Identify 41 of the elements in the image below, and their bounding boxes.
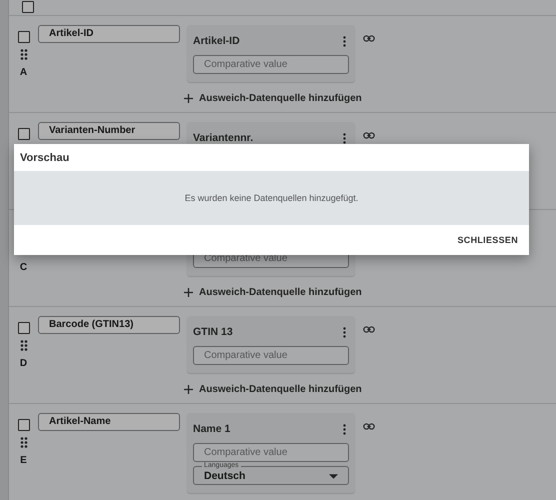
row-letter: A xyxy=(20,67,28,78)
field-name[interactable]: Barcode (GTIN13) xyxy=(38,316,180,334)
field-name[interactable]: Artikel-ID xyxy=(38,25,180,43)
empty-message: Es wurden keine Datenquellen hinzugefügt. xyxy=(184,193,358,203)
add-fallback-link[interactable]: Ausweich-Datenquelle hinzufügen xyxy=(184,384,363,395)
caret-icon xyxy=(329,474,338,479)
checkbox[interactable] xyxy=(18,31,30,43)
comparative-value-field[interactable]: Comparative value xyxy=(193,55,349,74)
row-letter: C xyxy=(20,262,28,273)
add-fallback-link[interactable]: Ausweich-Datenquelle hinzufügen xyxy=(184,287,363,298)
checkbox[interactable] xyxy=(18,128,30,140)
source-title: GTIN 13 xyxy=(193,326,233,338)
drag-handle-icon[interactable] xyxy=(20,437,28,448)
plus-icon xyxy=(184,288,193,297)
link-icon[interactable] xyxy=(363,423,375,430)
plus-icon xyxy=(184,94,193,103)
link-icon[interactable] xyxy=(363,35,375,42)
checkbox[interactable] xyxy=(22,1,34,13)
plus-icon xyxy=(184,385,193,394)
row-letter: D xyxy=(20,358,28,369)
add-fallback-link[interactable]: Ausweich-Datenquelle hinzufügen xyxy=(184,93,363,104)
more-icon[interactable] xyxy=(343,36,346,46)
more-icon[interactable] xyxy=(343,132,346,144)
more-icon[interactable] xyxy=(343,326,346,338)
source-title: Artikel-ID xyxy=(193,35,240,47)
link-icon[interactable] xyxy=(363,326,375,333)
field-name[interactable]: Varianten-Number xyxy=(38,122,180,140)
more-icon[interactable] xyxy=(343,424,346,434)
dialog-title: Vorschau xyxy=(20,152,70,164)
field-name[interactable]: Artikel-Name xyxy=(38,413,180,431)
checkbox[interactable] xyxy=(18,419,30,431)
source-title: Name 1 xyxy=(193,423,230,435)
link-icon[interactable] xyxy=(363,132,375,139)
drag-handle-icon[interactable] xyxy=(20,340,28,351)
row-letter: E xyxy=(20,455,27,466)
drag-handle-icon[interactable] xyxy=(20,49,28,60)
comparative-value-field[interactable]: Comparative value xyxy=(193,443,349,462)
checkbox[interactable] xyxy=(18,322,30,334)
close-button[interactable]: SCHLIESSEN xyxy=(452,231,523,249)
comparative-value-field[interactable]: Comparative value xyxy=(193,346,349,365)
source-title: Variantennr. xyxy=(193,132,254,144)
